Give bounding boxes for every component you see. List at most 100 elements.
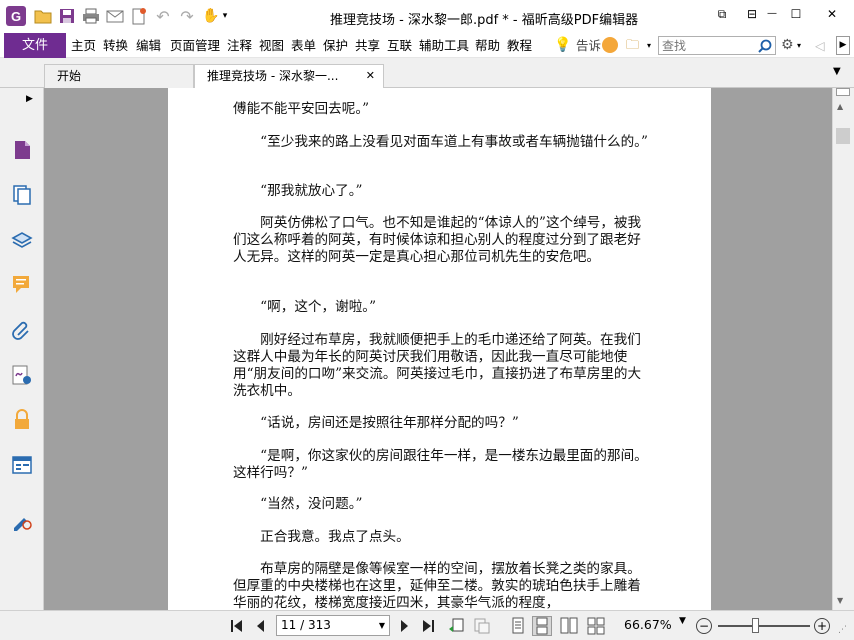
thumbnails-icon[interactable] [8,181,36,209]
settings-dropdown-icon[interactable]: ▾ [797,33,801,58]
document-background-left [44,88,168,610]
previous-page-icon[interactable] [251,616,271,636]
customize-dropdown-icon[interactable]: ▾ [220,7,230,25]
document-tab-bar: 开始 推理竞技场 - 深水黎一... ✕ ▼ [0,58,854,89]
split-handle[interactable] [836,88,850,96]
ribbon-scroll-right-icon[interactable]: ▶ [836,36,850,55]
paragraph: 正合我意。我点了点头。 [233,529,410,545]
last-page-icon[interactable] [418,616,438,636]
search-box[interactable] [658,36,776,55]
find-dropdown-icon[interactable]: ▾ [647,33,651,58]
tab-document-label: 推理竞技场 - 深水黎一... [207,69,339,83]
paragraph: 刚好经过布草房，我就顺便把手上的毛巾递还给了阿英。在我们这群人中最为年长的阿英讨… [233,332,642,399]
expand-panel-icon[interactable]: ▶ [26,94,33,104]
next-view-icon[interactable] [472,616,492,636]
vertical-scrollbar[interactable]: ▲ ▼ [832,88,854,610]
paragraph: 布草房的隔壁是像等候室一样的空间，摆放着长凳之类的家具。但厚重的中央楼梯也在这里… [233,561,641,610]
minimize-button[interactable]: — [762,6,782,22]
paragraph: “话说，房间还是按照往年那样分配的吗？” [233,415,519,431]
menu-convert[interactable]: 转换 [103,33,128,58]
zoom-slider[interactable] [718,625,810,627]
document-background-right [711,88,832,610]
continuous-view-icon[interactable] [532,616,552,636]
file-menu-button[interactable]: 文件 [4,33,66,58]
email-icon[interactable] [106,7,124,25]
tab-start[interactable]: 开始 [44,64,194,88]
navigation-sidebar: ▶ [0,88,44,610]
paragraph: 傅能不能平安回去呢。” [233,101,370,117]
certify-icon[interactable] [8,506,36,534]
paragraph: “那我就放心了。” [233,183,363,199]
page-indicator: 11 / 313 [281,618,331,632]
scroll-down-icon[interactable]: ▼ [837,596,843,605]
ribbon-scroll-left-icon[interactable]: ◁ [815,33,825,58]
first-page-icon[interactable] [227,616,247,636]
new-document-icon[interactable] [130,7,148,25]
window-title: 推理竞技场 - 深水黎一郎.pdf * - 福昕高级PDF编辑器 [330,13,639,28]
facing-view-icon[interactable] [559,616,579,636]
zoom-dropdown-icon[interactable]: ▼ [679,616,686,626]
tab-list-dropdown-icon[interactable]: ▼ [833,66,841,77]
menu-comment[interactable]: 注释 [227,33,252,58]
menu-share[interactable]: 共享 [355,33,380,58]
search-input[interactable] [659,37,755,54]
scroll-up-icon[interactable]: ▲ [837,102,843,111]
favorite-icon[interactable] [602,37,618,53]
print-icon[interactable] [82,7,100,25]
search-icon[interactable] [758,39,772,53]
save-icon[interactable] [58,7,76,25]
app-logo[interactable]: G [6,6,26,26]
settings-gear-icon[interactable]: ⚙ [781,33,794,58]
paragraph: “啊，这个，谢啦。” [233,299,377,315]
title-bar: G ↶ ↷ ✋ ▾ 推理竞技场 - 深水黎一郎.pdf * - 福昕高级PDF编… [0,0,854,33]
zoom-level[interactable]: 66.67% [624,617,672,632]
close-button[interactable]: ✕ [822,6,842,22]
zoom-slider-thumb[interactable] [751,618,759,633]
find-folder-icon[interactable]: 🗀 [626,33,639,58]
menu-bar: 文件 主页 转换 编辑 页面管理 注释 视图 表单 保护 共享 互联 辅助工具 … [0,33,854,58]
page-dropdown-icon[interactable]: ▼ [379,616,385,635]
restore-tabs-icon[interactable]: ⧉ [712,6,732,22]
menu-accessibility[interactable]: 辅助工具 [419,33,469,58]
next-page-icon[interactable] [394,616,414,636]
pdf-page[interactable]: 傅能不能平安回去呢。” “至少我来的路上没看见对面车道上有事故或者车辆抛锚什么的… [168,88,711,610]
menu-edit[interactable]: 编辑 [136,33,161,58]
paragraph: “是啊，你这家伙的房间跟往年一样，是一楼东边最里面的那间。这样行吗？” [233,448,648,481]
menu-home[interactable]: 主页 [71,33,96,58]
maximize-button[interactable]: ☐ [786,6,806,22]
menu-connect[interactable]: 互联 [387,33,412,58]
tab-start-label: 开始 [57,69,82,83]
layers-icon[interactable] [8,226,36,254]
scroll-thumb[interactable] [836,128,850,144]
tab-close-icon[interactable]: ✕ [366,65,375,87]
single-page-view-icon[interactable] [508,616,528,636]
zoom-in-icon[interactable]: + [814,618,830,634]
page-number-field[interactable]: 11 / 313 ▼ [276,615,390,636]
security-lock-icon[interactable] [8,406,36,434]
status-bar: 11 / 313 ▼ 66.67% ▼ − + ⋰ [0,610,854,640]
menu-form[interactable]: 表单 [291,33,316,58]
pages-icon[interactable] [8,136,36,164]
comments-icon[interactable] [8,271,36,299]
signature-panel-icon[interactable] [8,361,36,389]
redo-icon[interactable]: ↷ [178,7,196,26]
paragraph: “至少我来的路上没看见对面车道上有事故或者车辆抛锚什么的。” [233,134,648,150]
undo-icon[interactable]: ↶ [154,7,172,26]
menu-tutorial[interactable]: 教程 [507,33,532,58]
tab-document[interactable]: 推理竞技场 - 深水黎一... ✕ [194,64,384,89]
menu-protect[interactable]: 保护 [323,33,348,58]
zoom-out-icon[interactable]: − [696,618,712,634]
attachments-icon[interactable] [8,316,36,344]
form-fields-icon[interactable] [8,451,36,479]
previous-view-icon[interactable] [446,616,466,636]
menu-view[interactable]: 视图 [259,33,284,58]
menu-help[interactable]: 帮助 [475,33,500,58]
lightbulb-icon[interactable]: 💡 [554,33,571,58]
tell-me-label[interactable]: 告诉 [576,33,601,58]
resize-grip-icon[interactable]: ⋰ [838,625,847,635]
ribbon-toggle-icon[interactable]: ⊟ [742,6,762,22]
hand-tool-icon[interactable]: ✋ [202,7,220,25]
menu-page-management[interactable]: 页面管理 [170,33,220,58]
continuous-facing-view-icon[interactable] [586,616,606,636]
open-folder-icon[interactable] [34,7,52,25]
